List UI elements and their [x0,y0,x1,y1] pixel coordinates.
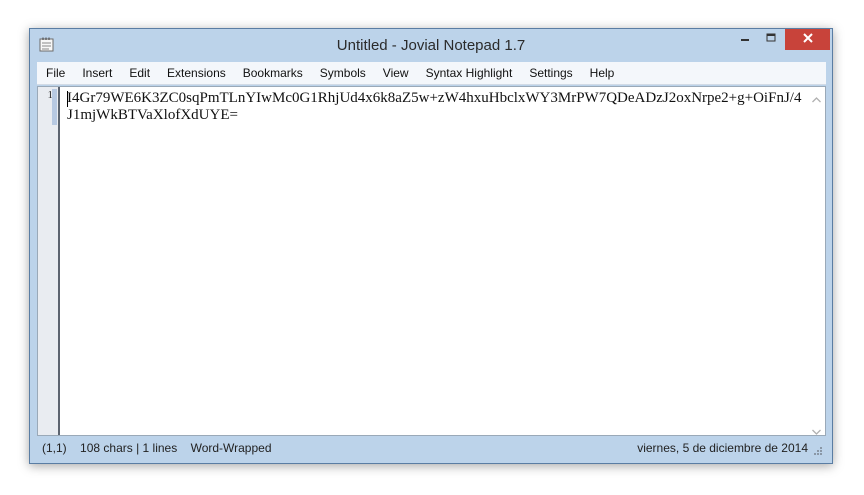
text-editor[interactable]: 1 I4Gr79WE6K3ZC0sqPmTLnYIwMc0G1RhjUd4x6k… [37,86,826,436]
menu-bookmarks[interactable]: Bookmarks [234,62,311,84]
status-date: viernes, 5 de diciembre de 2014 [637,441,808,455]
line-number-gutter: 1 [38,87,60,435]
window-title: Untitled - Jovial Notepad 1.7 [336,37,526,54]
close-button[interactable] [785,29,830,50]
menu-edit[interactable]: Edit [120,62,158,84]
current-line-marker [52,89,57,125]
menu-file[interactable]: File [37,62,73,84]
wrap-mode: Word-Wrapped [190,441,272,455]
resize-grip-icon[interactable] [813,445,823,455]
vertical-scrollbar[interactable] [808,87,825,435]
minimize-icon [740,30,750,48]
maximize-icon [766,30,776,48]
menu-symbols[interactable]: Symbols [311,62,374,84]
char-line-count: 108 chars | 1 lines [80,441,178,455]
maximize-button[interactable] [758,29,784,49]
menu-help[interactable]: Help [581,62,623,84]
app-window: Untitled - Jovial Notepad 1.7 File Inser… [29,28,833,464]
text-caret [67,91,68,107]
scroll-down-icon[interactable] [811,423,822,435]
menu-extensions[interactable]: Extensions [158,62,234,84]
menu-syntax-highlight[interactable]: Syntax Highlight [417,62,521,84]
menu-settings[interactable]: Settings [520,62,580,84]
status-bar: (1,1) 108 chars | 1 lines Word-Wrapped v… [37,438,826,458]
minimize-button[interactable] [732,29,758,49]
cursor-position: (1,1) [42,441,67,455]
close-icon [802,31,814,49]
status-left: (1,1) 108 chars | 1 lines Word-Wrapped [42,441,272,455]
document-text[interactable]: I4Gr79WE6K3ZC0sqPmTLnYIwMc0G1RhjUd4x6k8a… [67,90,805,124]
menu-bar: File Insert Edit Extensions Bookmarks Sy… [37,62,826,85]
menu-insert[interactable]: Insert [73,62,120,84]
scroll-up-icon[interactable] [811,91,822,103]
menu-view[interactable]: View [374,62,417,84]
title-bar[interactable]: Untitled - Jovial Notepad 1.7 [30,29,832,61]
